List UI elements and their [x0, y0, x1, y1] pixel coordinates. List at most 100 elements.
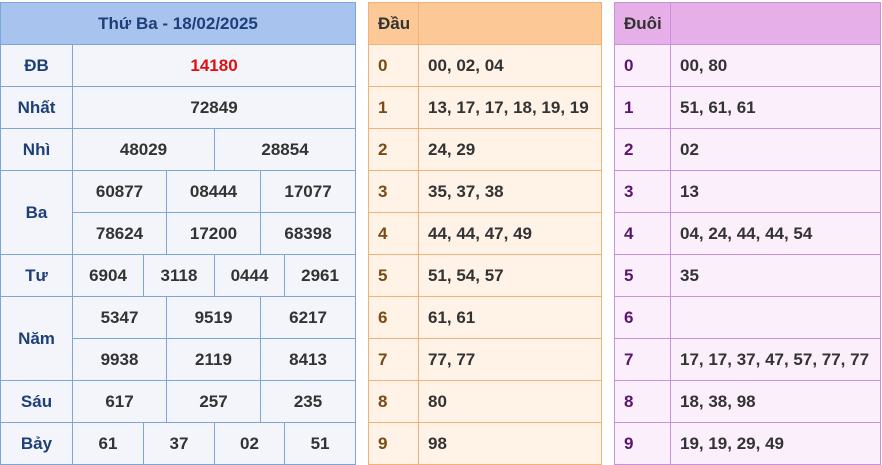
duoi-values: 02: [670, 128, 881, 171]
duoi-row: 3 13: [614, 170, 881, 213]
duoi-row: 7 17, 17, 37, 47, 57, 77, 77: [614, 338, 881, 381]
duoi-row: 2 02: [614, 128, 881, 171]
duoi-digit: 4: [614, 212, 671, 255]
prize-row-nhat: Nhất 72849: [0, 86, 357, 129]
dau-header-blank: [418, 2, 602, 45]
duoi-values: 35: [670, 254, 881, 297]
dau-header: Đầu: [368, 2, 419, 45]
duoi-row: 8 18, 38, 98: [614, 380, 881, 423]
prize-value: 6904: [72, 254, 144, 297]
duoi-values: 51, 61, 61: [670, 86, 881, 129]
dau-values: 00, 02, 04: [418, 44, 602, 87]
prize-row-tu: Tư 6904 3118 0444 2961: [0, 254, 357, 297]
prize-value: 60877: [72, 170, 167, 213]
duoi-digit: 7: [614, 338, 671, 381]
prize-label: Ba: [0, 170, 73, 255]
prize-row-db: ĐB 14180: [0, 44, 357, 87]
dau-digit: 5: [368, 254, 419, 297]
dau-digit: 6: [368, 296, 419, 339]
dau-table: Đầu 0 00, 02, 04 1 13, 17, 17, 18, 19, 19 2 2…: [368, 2, 602, 465]
duoi-values: 04, 24, 44, 44, 54: [670, 212, 881, 255]
dau-row: 5 51, 54, 57: [368, 254, 602, 297]
duoi-digit: 2: [614, 128, 671, 171]
dau-row: 3 35, 37, 38: [368, 170, 602, 213]
dau-digit: 9: [368, 422, 419, 465]
duoi-digit: 9: [614, 422, 671, 465]
duoi-values: 13: [670, 170, 881, 213]
prize-value: 28854: [213, 128, 357, 171]
duoi-digit: 0: [614, 44, 671, 87]
duoi-values: 17, 17, 37, 47, 57, 77, 77: [670, 338, 881, 381]
results-title: Thứ Ba - 18/02/2025: [0, 2, 357, 45]
dau-values: 80: [418, 380, 602, 423]
dau-values: 51, 54, 57: [418, 254, 602, 297]
prize-value: 02: [214, 422, 285, 465]
duoi-row: 5 35: [614, 254, 881, 297]
prize-row-ba: Ba 60877 08444 17077: [0, 170, 357, 255]
prize-value: 61: [72, 422, 144, 465]
results-table: Thứ Ba - 18/02/2025 ĐB 14180 Nhất 72849 …: [0, 2, 357, 465]
prize-value: 617: [72, 380, 167, 423]
dau-row: 9 98: [368, 422, 602, 465]
dau-values: 24, 29: [418, 128, 602, 171]
duoi-values: 18, 38, 98: [670, 380, 881, 423]
duoi-digit: 6: [614, 296, 671, 339]
prize-value: 8413: [259, 338, 357, 381]
duoi-row: 6: [614, 296, 881, 339]
dau-row: 1 13, 17, 17, 18, 19, 19: [368, 86, 602, 129]
prize-value: 37: [143, 422, 215, 465]
prize-value: 235: [259, 380, 357, 423]
dau-digit: 1: [368, 86, 419, 129]
duoi-header: Đuôi: [614, 2, 671, 45]
dau-row: 7 77, 77: [368, 338, 602, 381]
prize-value: 72849: [71, 86, 357, 129]
prize-label: Tư: [0, 254, 73, 297]
dau-values: 77, 77: [418, 338, 602, 381]
duoi-row: 1 51, 61, 61: [614, 86, 881, 129]
dau-row: 2 24, 29: [368, 128, 602, 171]
dau-digit: 8: [368, 380, 419, 423]
duoi-row: 9 19, 19, 29, 49: [614, 422, 881, 465]
prize-value: 17200: [166, 212, 261, 255]
prize-value: 17077: [259, 170, 357, 213]
duoi-table: Đuôi 0 00, 80 1 51, 61, 61 2 02 3 13 4 04, 24, 44…: [614, 2, 881, 465]
duoi-digit: 5: [614, 254, 671, 297]
prize-label: Nhì: [0, 128, 73, 171]
dau-digit: 3: [368, 170, 419, 213]
prize-value: 14180: [71, 44, 357, 87]
dau-row: 8 80: [368, 380, 602, 423]
prize-value: 3118: [143, 254, 215, 297]
duoi-header-blank: [670, 2, 881, 45]
dau-digit: 4: [368, 212, 419, 255]
prize-label: Sáu: [0, 380, 73, 423]
dau-digit: 2: [368, 128, 419, 171]
prize-value: 08444: [166, 170, 261, 213]
duoi-digit: 3: [614, 170, 671, 213]
duoi-values: 00, 80: [670, 44, 881, 87]
prize-row-nam: Năm 5347 9519 6217: [0, 296, 357, 381]
prize-value: 68398: [259, 212, 357, 255]
duoi-values: [670, 296, 881, 339]
dau-row: 4 44, 44, 47, 49: [368, 212, 602, 255]
duoi-row: 0 00, 80: [614, 44, 881, 87]
dau-values: 61, 61: [418, 296, 602, 339]
prize-row-bay: Bảy 61 37 02 51: [0, 422, 357, 465]
prize-label: ĐB: [0, 44, 73, 87]
duoi-values: 19, 19, 29, 49: [670, 422, 881, 465]
dau-values: 44, 44, 47, 49: [418, 212, 602, 255]
dau-values: 13, 17, 17, 18, 19, 19: [418, 86, 602, 129]
dau-digit: 7: [368, 338, 419, 381]
prize-value: 78624: [72, 212, 167, 255]
dau-row: 0 00, 02, 04: [368, 44, 602, 87]
duoi-digit: 1: [614, 86, 671, 129]
prize-row-nhi: Nhì 48029 28854: [0, 128, 357, 171]
duoi-row: 4 04, 24, 44, 44, 54: [614, 212, 881, 255]
prize-label: Nhất: [0, 86, 73, 129]
prize-value: 5347: [72, 296, 167, 339]
dau-values: 98: [418, 422, 602, 465]
dau-row: 6 61, 61: [368, 296, 602, 339]
prize-value: 0444: [214, 254, 285, 297]
prize-value: 9938: [72, 338, 167, 381]
prize-value: 2961: [283, 254, 357, 297]
prize-row-sau: Sáu 617 257 235: [0, 380, 357, 423]
